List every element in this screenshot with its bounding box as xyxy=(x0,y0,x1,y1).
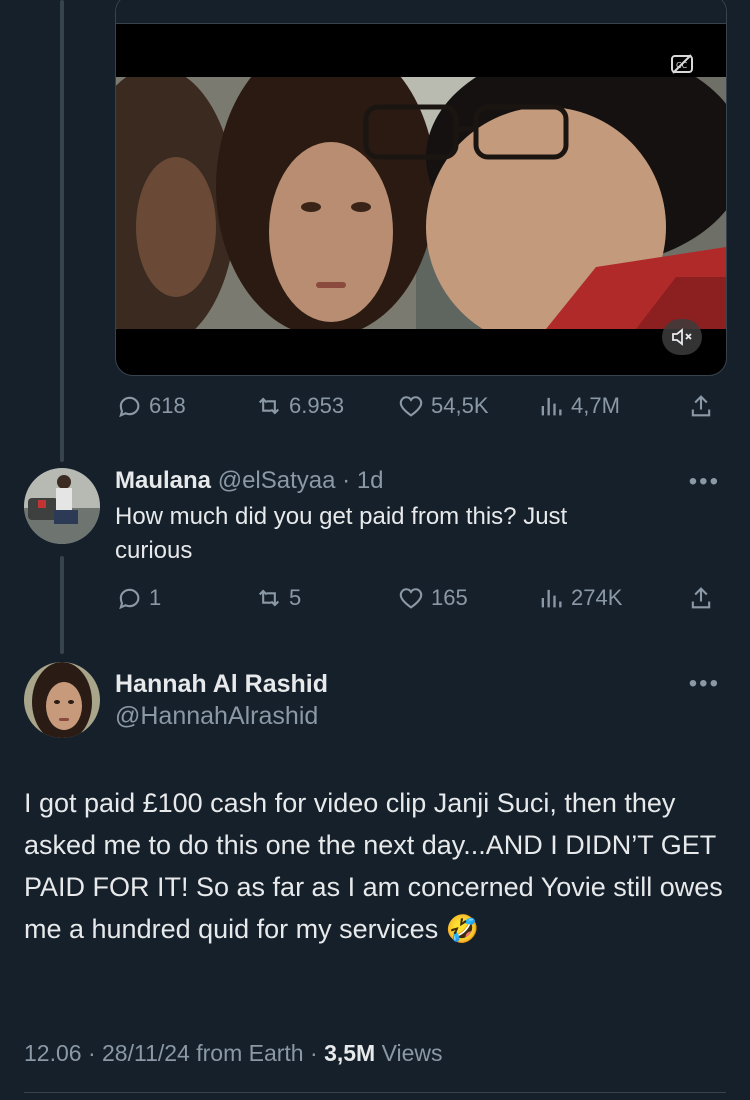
reply-more-button[interactable]: ••• xyxy=(689,468,720,496)
meta-dot: · xyxy=(87,1040,96,1066)
reply-time[interactable]: 1d xyxy=(357,467,384,494)
reply-share-button[interactable] xyxy=(687,580,715,616)
reply-avatar[interactable] xyxy=(24,468,100,544)
hannah-avatar-image xyxy=(24,662,100,738)
reply-repost-count: 5 xyxy=(289,585,302,610)
heart-icon xyxy=(399,396,423,417)
share-icon xyxy=(691,587,711,609)
share-button[interactable] xyxy=(687,388,715,424)
more-icon: ••• xyxy=(688,670,720,697)
post-avatar[interactable] xyxy=(24,662,100,738)
video-player[interactable]: CC xyxy=(115,0,727,376)
reply-views-button[interactable]: 274K xyxy=(537,580,622,616)
muted-speaker-icon xyxy=(672,328,692,346)
video-still-image xyxy=(116,77,726,329)
post-date[interactable]: 28/11/24 xyxy=(102,1040,190,1066)
more-icon: ••• xyxy=(688,468,720,495)
post-author-name[interactable]: Hannah Al Rashid xyxy=(115,668,328,700)
reply-author-name[interactable]: Maulana xyxy=(115,467,211,494)
post-text: I got paid £100 cash for video clip Janj… xyxy=(24,788,723,944)
views-button[interactable]: 4,7M xyxy=(537,388,620,424)
meta-dot: · xyxy=(310,1040,318,1066)
repost-count: 6.953 xyxy=(289,393,345,418)
analytics-icon xyxy=(541,397,562,416)
post-views-label: Views xyxy=(381,1040,443,1066)
repost-icon xyxy=(258,589,280,607)
thread-line-top xyxy=(60,0,64,462)
reply-button[interactable]: 618 xyxy=(115,388,186,424)
reply-repost-button[interactable]: 5 xyxy=(255,580,301,616)
mute-button[interactable] xyxy=(662,319,702,355)
reply-count: 618 xyxy=(149,393,186,418)
reply-text: How much did you get paid from this? Jus… xyxy=(115,503,568,564)
share-icon xyxy=(691,395,711,417)
reply-separator: · xyxy=(342,467,351,494)
thread-line-reply xyxy=(60,556,64,654)
reply-reply-button[interactable]: 1 xyxy=(115,580,161,616)
like-count: 54,5K xyxy=(431,393,489,418)
reply-icon xyxy=(119,396,140,418)
video-action-bar: 618 6.953 54,5K 4,7M xyxy=(115,388,725,424)
divider xyxy=(24,1092,726,1093)
heart-icon xyxy=(399,588,423,609)
reply-icon xyxy=(119,588,140,610)
post-meta: 12.06 · 28/11/24 from Earth · 3,5M Views xyxy=(24,1040,443,1067)
reply-like-button[interactable]: 165 xyxy=(397,580,468,616)
reply-view-count: 274K xyxy=(571,585,623,610)
maulana-avatar-image xyxy=(24,468,100,544)
post-more-button[interactable]: ••• xyxy=(689,670,720,698)
reply-like-count: 165 xyxy=(431,585,468,610)
closed-captions-off-icon[interactable]: CC xyxy=(670,53,694,75)
view-count: 4,7M xyxy=(571,393,620,418)
reply-action-bar: 1 5 165 274K xyxy=(115,580,725,616)
like-button[interactable]: 54,5K xyxy=(397,388,489,424)
reply-header: Maulana @elSatyaa · 1d xyxy=(115,466,384,496)
post-location: from Earth xyxy=(196,1040,304,1066)
post-author-handle[interactable]: @HannahAlrashid xyxy=(115,700,318,732)
reply-author-handle[interactable]: @elSatyaa xyxy=(218,467,336,494)
post-views-count: 3,5M xyxy=(324,1040,376,1066)
video-card-top xyxy=(116,0,726,24)
analytics-icon xyxy=(541,589,562,608)
post-time[interactable]: 12.06 xyxy=(24,1040,82,1066)
repost-icon xyxy=(258,397,280,415)
reply-reply-count: 1 xyxy=(149,585,162,610)
repost-button[interactable]: 6.953 xyxy=(255,388,344,424)
video-frame[interactable] xyxy=(116,77,726,329)
